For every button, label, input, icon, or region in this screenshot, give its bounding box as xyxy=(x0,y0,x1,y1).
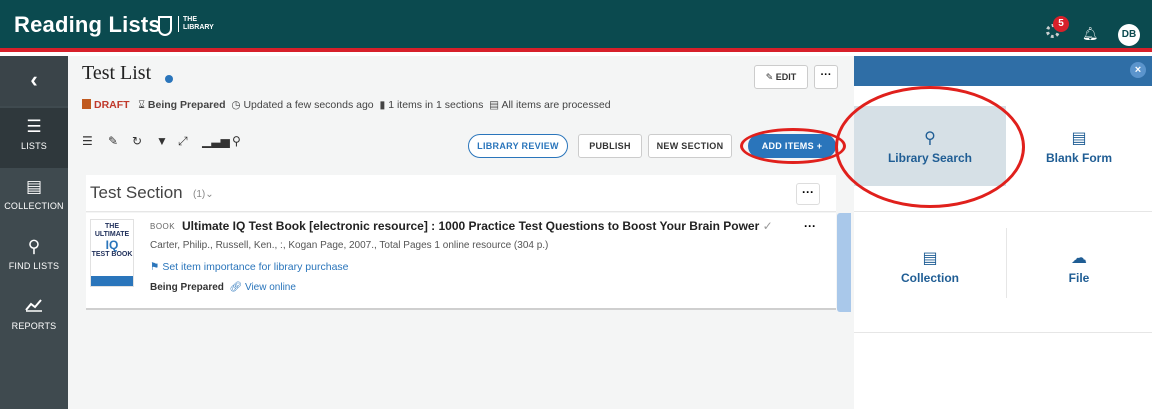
draft-label: DRAFT xyxy=(94,99,130,111)
section-header[interactable]: Test Section (1)⌄ ··· xyxy=(86,175,836,212)
new-section-button[interactable]: NEW SECTION xyxy=(648,134,732,158)
panel-resize-handle[interactable] xyxy=(837,213,851,312)
list-editor: Test List ✎ EDIT ··· DRAFT ⌛︎ Being Prep… xyxy=(68,56,854,409)
folder-icon: ▤ xyxy=(922,250,938,267)
clock-icon: ◷ xyxy=(231,99,241,111)
list-title: Test List xyxy=(82,62,152,84)
link-icon: 🔗︎ xyxy=(229,282,243,293)
draft-icon xyxy=(82,99,91,109)
top-bar: Reading Lists THE LIBRARY 5 🔔︎ DB xyxy=(0,0,1152,52)
sidebar-item-collection[interactable]: ▤ COLLECTION xyxy=(0,168,68,228)
library-review-button[interactable]: LIBRARY REVIEW xyxy=(468,134,568,158)
divider xyxy=(854,211,1152,212)
processed-icon: ▤ xyxy=(489,99,500,111)
file-tile[interactable]: ☁ File xyxy=(1006,228,1152,298)
list-more-button[interactable]: ··· xyxy=(814,65,838,89)
list-status-icon xyxy=(165,75,173,83)
collapse-sidebar-button[interactable]: ‹ xyxy=(0,56,68,106)
upload-icon: ☁ xyxy=(1071,250,1087,267)
section-count: (1)⌄ xyxy=(193,189,214,200)
hourglass-icon: ⌛︎ xyxy=(138,99,145,111)
collapse-icon[interactable]: ⤢ xyxy=(178,134,188,149)
updated-text: Updated a few seconds ago xyxy=(243,99,374,111)
notification-badge: 5 xyxy=(1053,16,1069,32)
stats-icon[interactable]: ▁▃▅ xyxy=(202,134,230,148)
annotation-circle xyxy=(835,86,1025,208)
annotation-circle xyxy=(740,128,846,164)
view-online-link[interactable]: 🔗︎ View online xyxy=(229,282,295,293)
publish-button[interactable]: PUBLISH xyxy=(578,134,642,158)
chart-icon xyxy=(0,296,68,318)
refresh-icon[interactable]: ↻ xyxy=(132,134,142,148)
list-state: Being Prepared xyxy=(147,99,226,111)
search-icon: ⚲ xyxy=(27,237,41,256)
app-brand[interactable]: Reading Lists xyxy=(14,12,161,38)
section-more-button[interactable]: ··· xyxy=(796,183,820,205)
divider xyxy=(854,332,1152,333)
sidebar: ‹ ☰ LISTS ▤ COLLECTION ⚲ FIND LISTS REPO… xyxy=(0,56,68,409)
sidebar-item-lists[interactable]: ☰ LISTS xyxy=(0,108,68,168)
book-cover: THE ULTIMATE IQ TEST BOOK xyxy=(90,219,134,287)
form-icon: ▤ xyxy=(1071,130,1087,147)
edit-note-icon[interactable]: ✎ xyxy=(108,134,118,148)
list-icon: ☰ xyxy=(26,117,42,136)
items-info: 1 items in 1 sections xyxy=(388,99,484,111)
check-icon: ✓ xyxy=(762,219,773,233)
user-avatar[interactable]: DB xyxy=(1118,24,1140,46)
bell-icon[interactable]: 🔔︎ xyxy=(1082,26,1099,42)
item-type: BOOK xyxy=(150,222,176,231)
sidebar-item-reports[interactable]: REPORTS xyxy=(0,288,68,348)
list-item[interactable]: THE ULTIMATE IQ TEST BOOK BOOK Ultimate … xyxy=(86,213,836,310)
blank-form-tile[interactable]: ▤ Blank Form xyxy=(1006,106,1152,186)
close-icon[interactable]: × xyxy=(1130,62,1146,78)
search-icon[interactable]: ⚲ xyxy=(232,134,241,148)
library-mark: THE LIBRARY xyxy=(178,16,214,32)
collection-tile[interactable]: ▤ Collection xyxy=(854,228,1006,298)
filter-icon[interactable]: ▼ xyxy=(156,134,168,148)
sidebar-item-find-lists[interactable]: ⚲ FIND LISTS xyxy=(0,228,68,288)
processed-text: All items are processed xyxy=(501,99,611,111)
list-meta: DRAFT ⌛︎ Being Prepared ◷ Updated a few … xyxy=(82,99,611,112)
crest-icon xyxy=(158,16,172,36)
header-accent-line xyxy=(0,48,1152,52)
panel-header: × xyxy=(854,56,1152,86)
item-citation: Carter, Philip., Russell, Ken., :, Kogan… xyxy=(150,240,549,251)
section-title: Test Section xyxy=(90,183,183,202)
tag-icon: ⚑ xyxy=(150,261,160,273)
item-status: Being Prepared 🔗︎ View online xyxy=(150,282,296,293)
chevron-down-icon[interactable]: ⌄ xyxy=(205,189,213,200)
list-view-icon[interactable]: ☰ xyxy=(82,134,93,148)
book-icon: ▮ xyxy=(379,99,386,111)
item-more-button[interactable]: ··· xyxy=(804,219,816,233)
folder-icon: ▤ xyxy=(25,177,43,196)
item-title[interactable]: Ultimate IQ Test Book [electronic resour… xyxy=(182,219,773,233)
importance-link[interactable]: ⚑ Set item importance for library purcha… xyxy=(150,261,349,273)
edit-button[interactable]: ✎ EDIT xyxy=(754,65,808,89)
